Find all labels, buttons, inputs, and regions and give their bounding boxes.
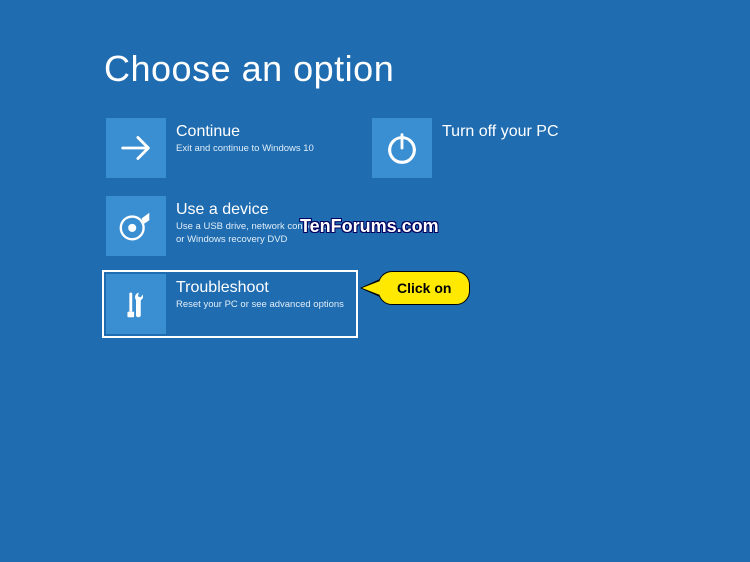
troubleshoot-title: Troubleshoot (176, 278, 344, 297)
troubleshoot-text: Troubleshoot Reset your PC or see advanc… (166, 274, 352, 334)
turnoff-text: Turn off your PC (432, 118, 567, 178)
troubleshoot-option[interactable]: Troubleshoot Reset your PC or see advanc… (104, 272, 356, 336)
page-title: Choose an option (104, 48, 394, 90)
tools-icon (106, 274, 166, 334)
continue-title: Continue (176, 122, 314, 141)
callout-text: Click on (397, 280, 451, 296)
option-row-1: Continue Exit and continue to Windows 10… (104, 116, 664, 180)
disc-icon (106, 196, 166, 256)
watermark-text: TenForums.com (300, 216, 439, 237)
continue-option[interactable]: Continue Exit and continue to Windows 10 (104, 116, 356, 180)
continue-text: Continue Exit and continue to Windows 10 (166, 118, 322, 178)
troubleshoot-desc: Reset your PC or see advanced options (176, 299, 344, 311)
turnoff-title: Turn off your PC (442, 122, 559, 141)
arrow-right-icon (106, 118, 166, 178)
turnoff-option[interactable]: Turn off your PC (370, 116, 622, 180)
continue-desc: Exit and continue to Windows 10 (176, 143, 314, 155)
callout-bubble: Click on (378, 271, 470, 305)
callout-tail (362, 281, 380, 295)
power-icon (372, 118, 432, 178)
callout-annotation: Click on (362, 271, 470, 305)
